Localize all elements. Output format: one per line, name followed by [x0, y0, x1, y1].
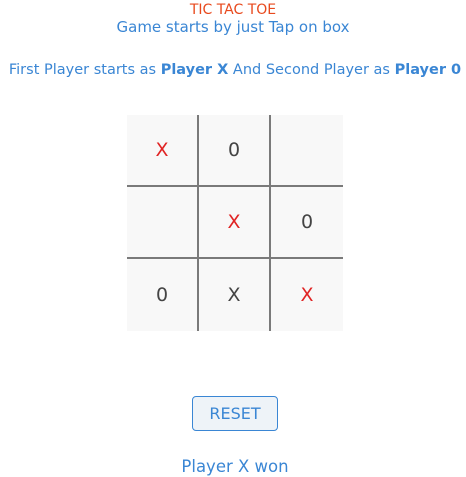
- game-board: X 0 X 0 0 X X: [127, 115, 343, 331]
- game-subtitle: Game starts by just Tap on box: [116, 18, 350, 36]
- board-cell-2-0[interactable]: 0: [127, 259, 199, 331]
- board-cell-1-2[interactable]: 0: [271, 187, 343, 259]
- reset-button[interactable]: RESET: [192, 396, 278, 431]
- instructions: First Player starts as Player X And Seco…: [0, 61, 466, 79]
- player2-label: Player 0: [394, 62, 462, 78]
- board-cell-0-1[interactable]: 0: [199, 115, 271, 187]
- board-cell-2-1[interactable]: X: [199, 259, 271, 331]
- instructions-part1: First Player starts as: [8, 62, 161, 78]
- board-cell-0-0[interactable]: X: [127, 115, 199, 187]
- board-cell-1-0[interactable]: [127, 187, 199, 259]
- game-title: TIC TAC TOE: [189, 2, 277, 18]
- board-cell-1-1[interactable]: X: [199, 187, 271, 259]
- game-status: Player X won: [181, 457, 289, 476]
- player1-label: Player X: [160, 62, 229, 78]
- board-cell-2-2[interactable]: X: [271, 259, 343, 331]
- board-cell-0-2[interactable]: [271, 115, 343, 187]
- instructions-part2: And Second Player as: [228, 62, 395, 78]
